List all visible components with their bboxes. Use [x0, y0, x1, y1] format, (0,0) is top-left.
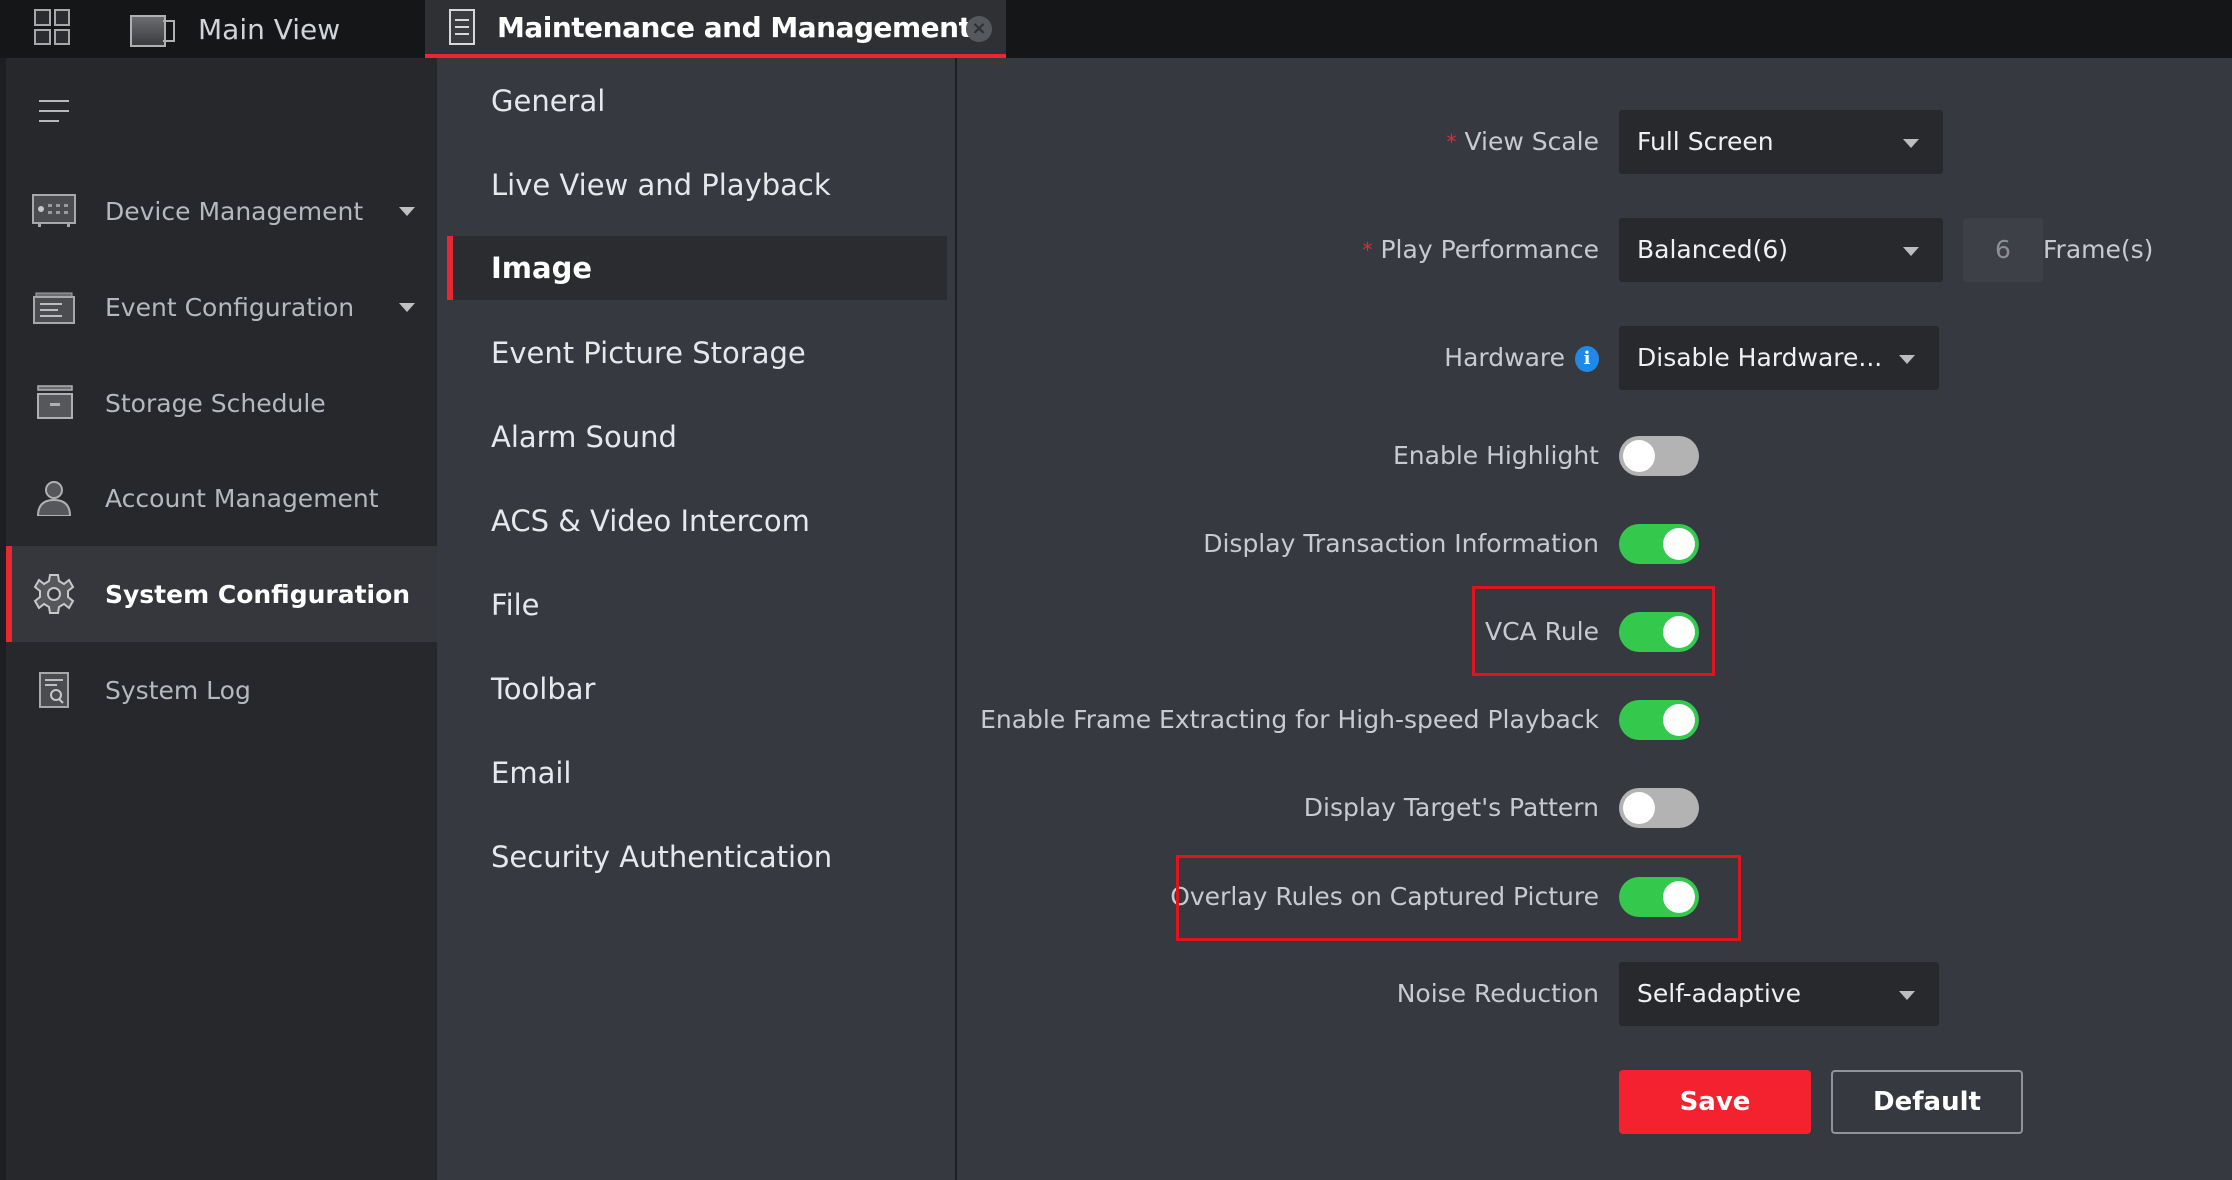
- view-scale-select[interactable]: Full Screen: [1619, 110, 1943, 174]
- storage-icon: [37, 385, 73, 419]
- toggle-label: Enable Highlight: [1393, 441, 1599, 470]
- chevron-down-icon: [1899, 355, 1915, 364]
- submenu-item-file[interactable]: File: [447, 573, 947, 637]
- sidebar-item-event-configuration[interactable]: Event Configuration: [6, 259, 437, 355]
- toggle-knob: [1663, 704, 1695, 736]
- toggle-label: Enable Frame Extracting for High-speed P…: [980, 705, 1599, 734]
- hamburger-icon[interactable]: [39, 100, 69, 130]
- close-icon[interactable]: ×: [966, 16, 992, 42]
- sidebar-item-label: Event Configuration: [105, 292, 355, 322]
- overlay-rules-highlight-box: [1176, 855, 1741, 941]
- toggle-knob: [1663, 528, 1695, 560]
- submenu-item-image[interactable]: Image: [447, 236, 947, 300]
- settings-doc-icon: [449, 9, 475, 45]
- chevron-down-icon[interactable]: [399, 206, 415, 216]
- chevron-down-icon: [1899, 991, 1915, 1000]
- log-icon: [39, 672, 69, 708]
- hardware-label: Hardware i: [1444, 326, 1599, 390]
- sidebar-item-device-management[interactable]: Device Management: [6, 163, 437, 259]
- noise-reduction-select[interactable]: Self-adaptive: [1619, 962, 1939, 1026]
- frames-unit-label: Frame(s): [2043, 235, 2154, 264]
- frames-input[interactable]: 6: [1963, 218, 2043, 282]
- image-settings-panel: * View Scale Full Screen * Play Performanc…: [959, 58, 2232, 1180]
- sidebar-item-system-configuration[interactable]: System Configuration: [6, 546, 437, 642]
- device-icon: [32, 194, 76, 227]
- sidebar-item-label: System Log: [105, 675, 251, 705]
- submenu-item-toolbar[interactable]: Toolbar: [447, 657, 947, 721]
- submenu-item-acs-video-intercom[interactable]: ACS & Video Intercom: [447, 489, 947, 553]
- save-button[interactable]: Save: [1619, 1070, 1811, 1134]
- vca-rule-highlight-box: [1472, 586, 1715, 676]
- sidebar-item-label: Device Management: [105, 196, 364, 226]
- submenu-item-alarm-sound[interactable]: Alarm Sound: [447, 405, 947, 469]
- tab-label: Maintenance and Management: [497, 10, 972, 44]
- hardware-select[interactable]: Disable Hardware...: [1619, 326, 1939, 390]
- submenu-item-live-view-and-playback[interactable]: Live View and Playback: [447, 153, 947, 217]
- select-value: Self-adaptive: [1637, 979, 1801, 1008]
- default-button[interactable]: Default: [1831, 1070, 2023, 1134]
- noise-reduction-row: Noise Reduction Self-adaptive: [959, 962, 2232, 1026]
- noise-reduction-label: Noise Reduction: [1396, 979, 1599, 1008]
- info-icon[interactable]: i: [1575, 346, 1599, 372]
- required-mark: *: [1446, 130, 1457, 154]
- toggle-label: Display Target's Pattern: [1303, 793, 1599, 822]
- sidebar-item-account-management[interactable]: Account Management: [6, 450, 437, 546]
- sidebar: Device Management Event Configuration St…: [0, 58, 437, 1180]
- enable-highlight-row: Enable Highlight: [959, 424, 2232, 488]
- play-performance-row: * Play Performance Balanced(6) 6 Frame(s): [959, 218, 2232, 282]
- toggle-label: Display Transaction Information: [1203, 529, 1599, 558]
- select-value: Full Screen: [1637, 127, 1774, 156]
- enable-frame-extracting-toggle[interactable]: [1619, 700, 1699, 740]
- grid-icon[interactable]: [34, 9, 70, 45]
- tab-main-view[interactable]: Main View: [130, 0, 340, 58]
- submenu: General Live View and Playback Image Eve…: [437, 58, 957, 1180]
- view-scale-row: * View Scale Full Screen: [959, 110, 2232, 174]
- submenu-item-event-picture-storage[interactable]: Event Picture Storage: [447, 321, 947, 385]
- submenu-item-security-authentication[interactable]: Security Authentication: [447, 825, 947, 889]
- user-icon: [36, 481, 72, 516]
- chevron-down-icon: [1903, 139, 1919, 148]
- toggle-knob: [1623, 440, 1655, 472]
- tab-maintenance-and-management[interactable]: Maintenance and Management ×: [425, 0, 1006, 58]
- tab-label: Main View: [198, 12, 341, 46]
- camera-icon: [130, 15, 176, 47]
- chevron-down-icon: [1903, 247, 1919, 256]
- sidebar-item-storage-schedule[interactable]: Storage Schedule: [6, 355, 437, 451]
- chevron-down-icon[interactable]: [399, 302, 415, 312]
- display-transaction-information-row: Display Transaction Information: [959, 512, 2232, 576]
- event-icon: [33, 292, 75, 324]
- sidebar-item-system-log[interactable]: System Log: [6, 642, 437, 738]
- view-scale-label: * View Scale: [1446, 127, 1599, 156]
- enable-highlight-toggle[interactable]: [1619, 436, 1699, 476]
- hardware-row: Hardware i Disable Hardware...: [959, 326, 2232, 390]
- display-targets-pattern-row: Display Target's Pattern: [959, 776, 2232, 840]
- select-value: Disable Hardware...: [1637, 343, 1883, 372]
- top-bar: Main View Maintenance and Management ×: [0, 0, 2232, 58]
- submenu-item-general[interactable]: General: [447, 69, 947, 133]
- gear-icon: [33, 574, 75, 614]
- sidebar-item-label: System Configuration: [105, 579, 411, 609]
- sidebar-item-label: Storage Schedule: [105, 388, 326, 418]
- play-performance-select[interactable]: Balanced(6): [1619, 218, 1943, 282]
- toggle-knob: [1623, 792, 1655, 824]
- submenu-item-email[interactable]: Email: [447, 741, 947, 805]
- sidebar-item-label: Account Management: [105, 483, 379, 513]
- enable-frame-extracting-row: Enable Frame Extracting for High-speed P…: [959, 688, 2232, 752]
- select-value: Balanced(6): [1637, 235, 1788, 264]
- required-mark: *: [1362, 238, 1373, 262]
- play-performance-label: * Play Performance: [1362, 235, 1599, 264]
- display-transaction-information-toggle[interactable]: [1619, 524, 1699, 564]
- display-targets-pattern-toggle[interactable]: [1619, 788, 1699, 828]
